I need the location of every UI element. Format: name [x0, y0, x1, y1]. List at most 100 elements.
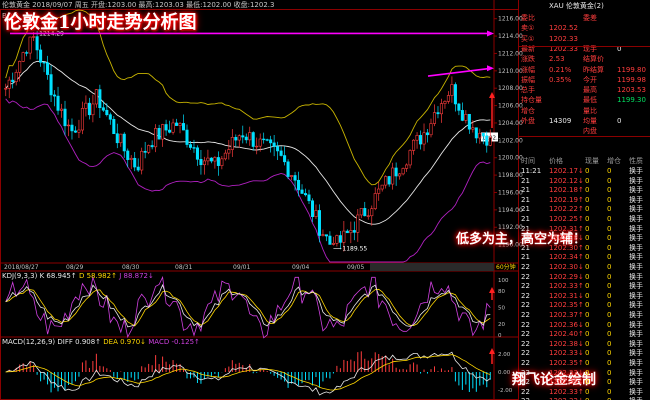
resistance-line-2 — [427, 67, 493, 77]
candle-body — [192, 147, 196, 149]
tick-cell-volume: 0 — [585, 359, 590, 367]
tick-row[interactable]: 21 1202.18↑ 0 0 换手 — [521, 186, 649, 195]
tick-row[interactable]: 11:21 1202.17↓ 0 0 换手 — [521, 167, 649, 176]
candle-body — [161, 124, 165, 140]
quote-divider — [519, 136, 650, 137]
tick-row[interactable]: 22 1202.29↓ 0 0 换手 — [521, 273, 649, 282]
tick-cell-time: 21 — [521, 205, 530, 214]
quote-value: 1199.80 — [617, 65, 646, 74]
candle-body — [391, 167, 395, 185]
date-tick-label: 08/29 — [66, 264, 83, 271]
tick-row[interactable]: 22 1202.30↓ 0 0 换手 — [521, 263, 649, 272]
tick-cell-price: 1202.40↑ — [549, 330, 584, 339]
candle-body — [283, 155, 287, 163]
tick-cell-price: 1202.29↓ — [549, 272, 584, 281]
tick-row[interactable]: 22 1202.40↑ 0 0 换手 — [521, 330, 649, 339]
tick-cell-volume: 0 — [585, 320, 590, 329]
tick-cell-price: 1202.33↓ — [549, 349, 584, 358]
tick-cell-time: 22 — [521, 339, 530, 348]
tick-cell-time: 22 — [521, 301, 530, 310]
candle-body — [209, 157, 213, 162]
quote-row: 持仓量 最低 1199.30 — [521, 96, 649, 105]
quote-row: 内盘 — [521, 127, 649, 136]
tick-row[interactable]: 21 1202.28↓ 0 0 换手 — [521, 234, 649, 243]
quote-label: 今开 — [583, 75, 597, 84]
tick-row[interactable]: 22 1202.31↓ 0 0 换手 — [521, 292, 649, 301]
tick-cell-price: 1202.18↑ — [549, 186, 584, 195]
tick-cell-time: 21 — [521, 224, 530, 233]
tick-cell-nature: 换手 — [629, 234, 643, 243]
candle-body — [21, 52, 25, 62]
candle-body — [450, 84, 454, 96]
resistance-arrow-head-2 — [487, 65, 494, 72]
tick-cell-nature: 换手 — [629, 359, 643, 367]
candle-body — [122, 133, 126, 152]
tick-cell-nature: 换手 — [629, 215, 643, 223]
candle-body — [310, 200, 315, 217]
ticks-header-cell: 时间 — [521, 157, 535, 165]
tick-row[interactable]: 22 1202.33↑ 0 0 换手 — [521, 282, 649, 291]
tick-cell-nature: 换手 — [629, 378, 643, 387]
ticks-header-cell: 增仓 — [607, 157, 621, 165]
tick-cell-price: 1202.36↓ — [549, 320, 584, 329]
tick-row[interactable]: 22 1202.35↑ 0 0 换手 — [521, 359, 649, 368]
tick-row[interactable]: 21 1202.25↑ 0 0 换手 — [521, 215, 649, 224]
candle-body — [314, 210, 318, 217]
tick-row[interactable]: 22 1202.37↑ 0 0 换手 — [521, 311, 649, 320]
candle-body — [279, 150, 283, 156]
candle-body — [53, 94, 57, 97]
tick-row[interactable]: 22 1202.31↓ 0 0 换手 — [521, 378, 649, 387]
tick-row[interactable]: 22 1202.38↓ 0 0 换手 — [521, 340, 649, 349]
quote-value: 1202.33 — [549, 34, 578, 43]
candle-body — [223, 152, 227, 160]
tick-row[interactable]: 21 1202.31↑ 0 0 换手 — [521, 225, 649, 234]
candle-body — [216, 157, 220, 166]
tick-cell-oi: 0 — [607, 215, 612, 223]
candle-body — [46, 62, 50, 75]
tick-row[interactable]: 22 1202.33↓ 0 0 换手 — [521, 369, 649, 378]
tick-row[interactable]: 21 1202.34↑ 0 0 换手 — [521, 253, 649, 262]
kdj-tick-label: 50 — [498, 306, 505, 312]
ticks-panel[interactable]: 时间 价格 现量 增仓 性质 11:21 1202.17↓ 0 0 换手 21 1202.12↓ 0 0 换… — [519, 156, 650, 400]
tick-cell-oi: 0 — [607, 253, 612, 262]
tick-cell-price: 1202.25↑ — [549, 215, 584, 223]
quote-label: 结算价 — [583, 55, 604, 64]
tick-row[interactable]: 22 1202.33↓ 0 0 换手 — [521, 349, 649, 358]
candle-body — [147, 145, 151, 153]
tick-cell-price: 1202.33↑ — [549, 282, 584, 291]
tick-row[interactable]: 21 1202.12↓ 0 0 换手 — [521, 177, 649, 186]
candle-body — [460, 110, 464, 121]
candle-body — [401, 168, 405, 175]
quote-label: 卖① — [521, 24, 535, 33]
tick-row[interactable]: 22 1202.33↑ 0 0 换手 — [521, 388, 649, 397]
quote-label: 昨结算 — [583, 65, 604, 74]
quote-label: 增仓 — [521, 106, 535, 115]
candle-body — [133, 157, 137, 168]
candle-body — [436, 112, 440, 115]
candle-body — [202, 160, 206, 166]
tick-row[interactable]: 21 1202.19↑ 0 0 换手 — [521, 196, 649, 205]
tick-cell-time: 22 — [521, 263, 530, 271]
tick-cell-volume: 0 — [585, 167, 590, 175]
candle-body — [188, 144, 193, 148]
candle-body — [297, 179, 301, 191]
quote-label: 委比 — [521, 14, 535, 22]
tick-cell-time: 21 — [521, 243, 530, 252]
candle-body — [234, 137, 238, 141]
quote-row: 涨跌 2.53 结算价 — [521, 55, 649, 64]
tick-row[interactable]: 22 1202.35↑ 0 0 换手 — [521, 301, 649, 310]
tick-row[interactable]: 21 1202.22↑ 0 0 换手 — [521, 205, 649, 214]
tick-cell-price: 1202.33↑ — [549, 387, 584, 396]
tick-cell-volume: 0 — [585, 234, 590, 243]
tick-cell-oi: 0 — [607, 311, 612, 319]
candle-body — [108, 114, 112, 120]
tick-row[interactable]: 22 1202.36↓ 0 0 换手 — [521, 321, 649, 330]
tick-cell-nature: 换手 — [629, 272, 643, 281]
tick-row[interactable]: 21 1202.30↑ 0 0 换手 — [521, 244, 649, 253]
candle-body — [471, 127, 475, 130]
candle-body — [77, 129, 81, 133]
kdj-tick-label: 0 — [498, 333, 502, 339]
candle-body — [331, 243, 335, 245]
quote-label: 持仓量 — [521, 96, 542, 105]
candle-body — [7, 79, 11, 89]
